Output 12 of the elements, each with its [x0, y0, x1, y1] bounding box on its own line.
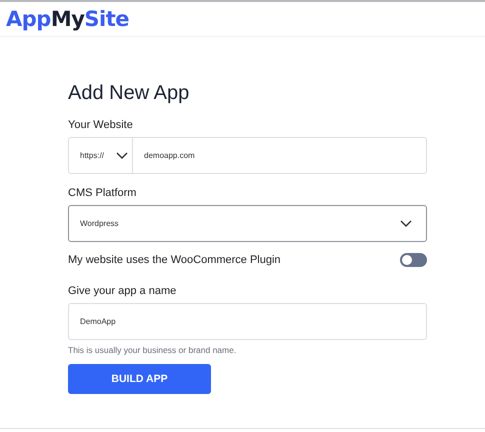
- toggle-switch[interactable]: [400, 253, 427, 267]
- field-label: Give your app a name: [68, 285, 178, 297]
- field-label: CMS Platform: [68, 187, 138, 199]
- build-app-button[interactable]: BUILD APP: [68, 364, 211, 394]
- cms-dropdown[interactable]: Wordpress: [68, 205, 427, 242]
- field-label: My website uses the WooCommerce Plugin: [68, 254, 281, 266]
- logo[interactable]: AppMySite: [6, 7, 130, 31]
- hint-text: This is usually your business or brand name.: [68, 345, 238, 355]
- chevron-down-icon: [400, 220, 412, 228]
- input-field[interactable]: DemoApp: [68, 303, 427, 340]
- page-title: Add New App: [68, 82, 190, 105]
- field-label: Your Website: [68, 119, 134, 131]
